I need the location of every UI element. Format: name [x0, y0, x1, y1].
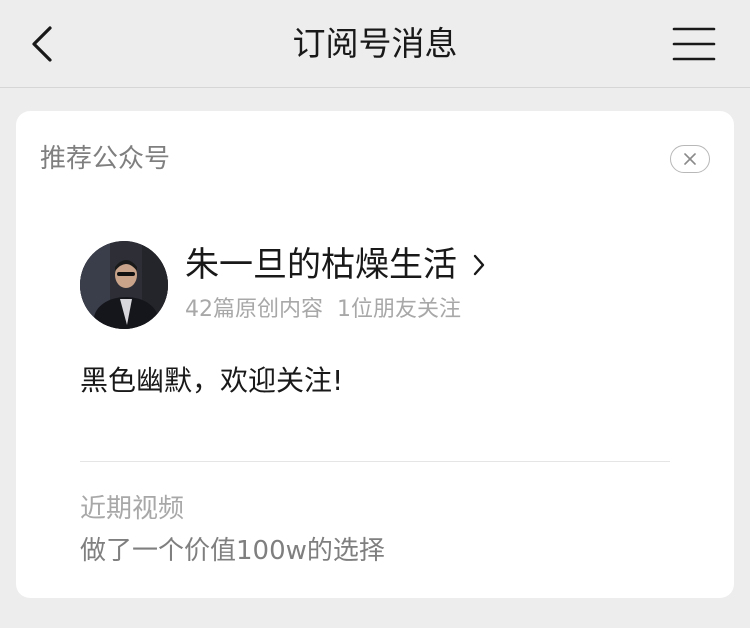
account-row[interactable]: 朱一旦的枯燥生活 42篇原创内容 1位朋友关注	[80, 241, 680, 329]
account-name: 朱一旦的枯燥生活	[185, 245, 457, 285]
chevron-left-icon	[32, 26, 52, 62]
friends-following: 1位朋友关注	[337, 297, 461, 322]
recommended-account-card: 推荐公众号 朱一旦的枯燥生活 42篇原创内容 1位朋友关注 黑色幽默，欢迎关注!…	[16, 111, 734, 598]
recent-video-item[interactable]: 做了一个价值100w的选择	[80, 533, 385, 569]
menu-button[interactable]	[672, 24, 716, 64]
original-count: 42篇原创内容	[185, 297, 323, 322]
avatar[interactable]	[80, 241, 168, 329]
chevron-right-icon	[473, 254, 485, 276]
navigation-bar: 订阅号消息	[0, 0, 750, 88]
page-title: 订阅号消息	[292, 24, 458, 63]
account-stats: 42篇原创内容 1位朋友关注	[185, 295, 461, 325]
divider	[80, 461, 670, 462]
dismiss-button[interactable]	[670, 145, 710, 173]
recent-videos-label: 近期视频	[80, 494, 185, 524]
card-header: 推荐公众号	[40, 144, 171, 174]
close-icon	[684, 153, 696, 165]
hamburger-menu-icon	[672, 27, 716, 61]
account-description: 黑色幽默，欢迎关注!	[80, 364, 344, 397]
back-button[interactable]	[20, 22, 64, 66]
account-name-link[interactable]: 朱一旦的枯燥生活	[185, 243, 486, 287]
